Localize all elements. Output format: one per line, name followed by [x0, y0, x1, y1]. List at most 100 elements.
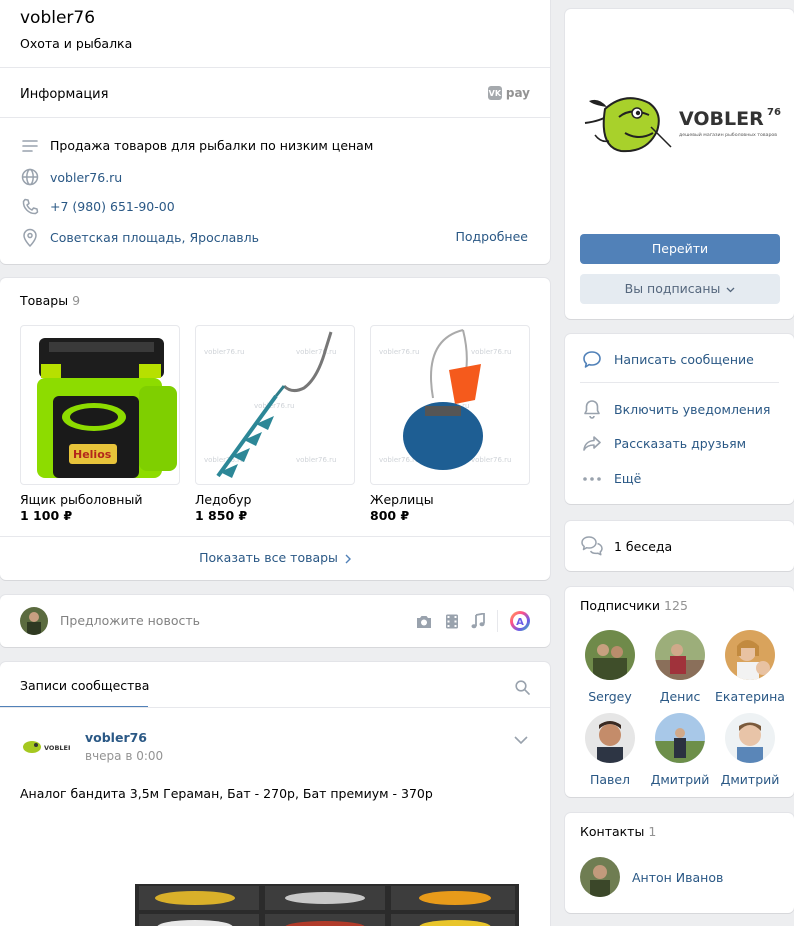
enable-notifications-action[interactable]: Включить уведомления	[580, 399, 770, 419]
divider	[0, 67, 550, 68]
info-description-row: Продажа товаров для рыбалки по низким це…	[20, 138, 373, 153]
goods-header[interactable]: Товары 9	[20, 293, 80, 308]
post-text: Аналог бандита 3,5м Гераман, Бат - 270р,…	[20, 786, 433, 801]
post-author-avatar[interactable]: VOBLER	[20, 732, 70, 762]
user-avatar[interactable]	[20, 607, 48, 635]
divider	[0, 536, 550, 537]
contact-name[interactable]: Антон Иванов	[632, 870, 723, 885]
more-info-link[interactable]: Подробнее	[455, 229, 528, 244]
info-description: Продажа товаров для рыбалки по низким це…	[50, 138, 374, 153]
subscriber-avatar[interactable]	[655, 630, 705, 680]
write-message-action[interactable]: Написать сообщение	[580, 350, 754, 369]
good-image-box[interactable]: Helios	[20, 325, 180, 485]
good-name[interactable]: Ледобур	[195, 492, 355, 507]
good-item[interactable]: vobler76.ru vobler76.ru vobler76.ru vobl…	[370, 325, 530, 523]
subscribed-label: Вы подписаны	[624, 281, 721, 296]
more-actions-label: Ещё	[614, 471, 642, 486]
good-name[interactable]: Ящик рыболовный	[20, 492, 180, 507]
community-logo[interactable]: VOBLER 76 дешевый магазин рыболовных тов…	[581, 87, 781, 157]
contacts-title: Контакты	[580, 824, 645, 839]
subscriber-name[interactable]: Екатерина	[715, 689, 785, 704]
good-item[interactable]: Helios Ящик рыболовный 1 100 ₽	[20, 325, 180, 523]
vkpay-button[interactable]: VK pay	[487, 86, 530, 100]
subscriber-item[interactable]: Денис	[645, 630, 715, 704]
subscriber-avatar[interactable]	[655, 713, 705, 763]
svg-text:Helios: Helios	[73, 448, 112, 461]
chats-card[interactable]: 1 беседа	[565, 521, 794, 571]
tab-community-posts[interactable]: Записи сообщества	[20, 678, 149, 693]
phone-link[interactable]: +7 (980) 651-90-00	[50, 199, 175, 214]
group-name: vobler76	[20, 8, 96, 28]
vk-logo-icon: VK	[487, 86, 502, 100]
chevron-down-icon[interactable]	[514, 736, 528, 744]
subscriber-avatar[interactable]	[725, 630, 775, 680]
chats-row[interactable]: 1 беседа	[580, 535, 672, 557]
vkpay-label: pay	[505, 86, 530, 100]
goods-title: Товары	[20, 293, 69, 308]
share-arrow-icon	[580, 435, 604, 451]
address-link[interactable]: Советская площадь, Ярославль	[50, 230, 259, 245]
subscriber-avatar[interactable]	[725, 713, 775, 763]
subscriber-item[interactable]: Дмитрий	[645, 713, 715, 787]
search-icon[interactable]	[515, 680, 530, 695]
contact-avatar[interactable]	[580, 857, 620, 897]
logo-sup: 76	[767, 107, 781, 118]
camera-icon[interactable]	[415, 614, 433, 629]
divider	[0, 707, 550, 708]
post-time[interactable]: вчера в 0:00	[85, 749, 163, 763]
chats-label: 1 беседа	[614, 538, 673, 554]
subscriber-item[interactable]: Екатерина	[715, 630, 785, 704]
post-photo[interactable]	[135, 884, 519, 926]
subscribers-card: Подписчики 125 Sergey Денис Екатерина Пав…	[565, 587, 794, 797]
good-item[interactable]: vobler76.ru vobler76.ru vobler76.ru vobl…	[195, 325, 355, 523]
info-phone-row[interactable]: +7 (980) 651-90-00	[20, 198, 175, 215]
goods-count: 9	[72, 293, 81, 308]
subscribed-dropdown-button[interactable]: Вы подписаны	[580, 274, 780, 304]
show-all-goods-label: Показать все товары	[199, 550, 338, 565]
show-all-goods-link[interactable]: Показать все товары	[0, 550, 550, 565]
info-address-row[interactable]: Советская площадь, Ярославль	[20, 228, 259, 247]
phone-icon	[20, 198, 40, 215]
site-link[interactable]: vobler76.ru	[50, 170, 122, 185]
subscriber-item[interactable]: Дмитрий	[715, 713, 785, 787]
good-price: 1 100 ₽	[20, 508, 73, 523]
subscriber-item[interactable]: Sergey	[575, 630, 645, 704]
subscriber-name[interactable]: Дмитрий	[645, 772, 715, 787]
subscriber-avatar[interactable]	[585, 713, 635, 763]
actions-card: Написать сообщение Включить уведомления …	[565, 334, 794, 504]
subscribers-title: Подписчики	[580, 598, 661, 613]
suggest-news-card[interactable]: Предложите новость A	[0, 595, 550, 647]
goods-card: Товары 9 Helios Ящик рыболовный 1 100 ₽ v…	[0, 278, 550, 580]
share-action[interactable]: Рассказать друзьям	[580, 435, 746, 451]
good-image-box[interactable]: vobler76.ru vobler76.ru vobler76.ru vobl…	[370, 325, 530, 485]
post-author[interactable]: vobler76	[85, 730, 147, 745]
subscriber-name[interactable]: Денис	[645, 689, 715, 704]
subscriber-avatar[interactable]	[585, 630, 635, 680]
tackle-box-image: Helios	[37, 338, 177, 478]
contacts-header[interactable]: Контакты 1	[580, 824, 656, 839]
video-icon[interactable]	[445, 614, 459, 629]
bell-icon	[580, 399, 604, 419]
subscribers-header[interactable]: Подписчики 125	[580, 598, 688, 613]
good-image-box[interactable]: vobler76.ru vobler76.ru vobler76.ru vobl…	[195, 325, 355, 485]
poster-icon[interactable]: A	[510, 611, 530, 631]
suggest-news-input[interactable]: Предложите новость	[60, 613, 200, 628]
logo-text: VOBLER	[679, 108, 764, 130]
contacts-card: Контакты 1 Антон Иванов	[565, 813, 794, 913]
divider	[497, 610, 498, 632]
subscriber-item[interactable]: Павел	[575, 713, 645, 787]
subscriber-name[interactable]: Дмитрий	[715, 772, 785, 787]
divider	[580, 382, 779, 383]
subscriber-name[interactable]: Sergey	[575, 689, 645, 704]
subscribers-count: 125	[664, 598, 688, 613]
good-name[interactable]: Жерлицы	[370, 492, 530, 507]
info-site-row[interactable]: vobler76.ru	[20, 168, 122, 186]
attach-toolbar: A	[415, 610, 530, 632]
music-icon[interactable]	[471, 613, 485, 629]
share-label: Рассказать друзьям	[614, 435, 747, 451]
go-button[interactable]: Перейти	[580, 234, 780, 264]
tip-up-image	[403, 329, 483, 470]
more-actions[interactable]: Ещё	[580, 471, 641, 486]
chat-bubbles-icon	[580, 535, 604, 557]
subscriber-name[interactable]: Павел	[575, 772, 645, 787]
